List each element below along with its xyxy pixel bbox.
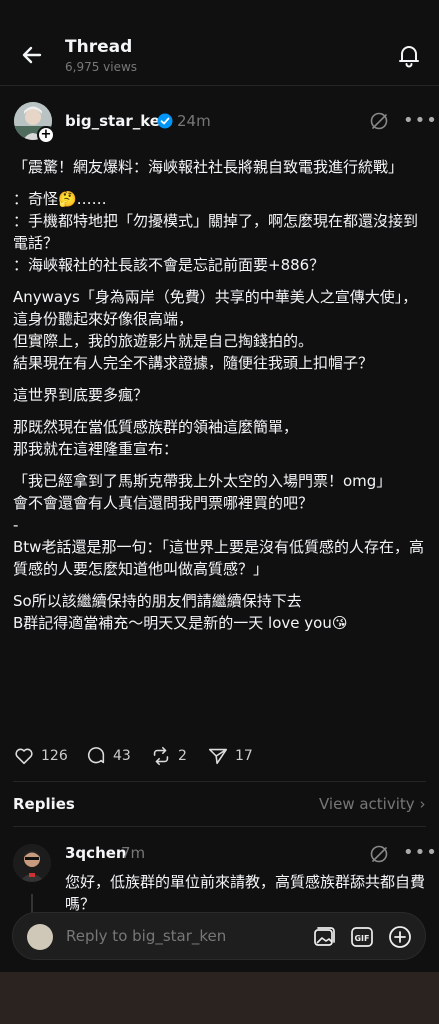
like-button[interactable]: 126: [13, 744, 68, 768]
like-count: 126: [41, 748, 68, 764]
post-paragraph: 「我已經拿到了馬斯克帶我上外太空的入場門票！omg」 會不會還會有人真信還問我門…: [13, 472, 424, 578]
add-icon[interactable]: [387, 924, 413, 950]
replies-heading: Replies: [13, 795, 75, 813]
back-arrow-icon[interactable]: [18, 40, 48, 70]
view-activity-label: View activity: [319, 795, 415, 813]
post-paragraph: 這世界到底要多瘋？: [13, 386, 149, 404]
post-actions: 126 43 2 17: [13, 744, 313, 768]
share-button[interactable]: 17: [207, 744, 253, 768]
heart-icon: [15, 748, 33, 765]
reply-username[interactable]: 3qchen: [65, 844, 127, 862]
post-body: 「震驚！網友爆料：海峽報社社長將親自致電我進行統戰」 ：奇怪🤔…… ：手機都特地…: [13, 156, 425, 644]
reply-text: 您好，低族群的單位前來請教，高質感族群舔共都自費嗎？: [65, 873, 426, 913]
repost-button[interactable]: 2: [150, 744, 187, 768]
reply-time: 7m: [121, 844, 146, 862]
gif-icon[interactable]: GIF: [349, 924, 375, 950]
bottom-bar: [0, 972, 439, 1024]
user-avatar: [27, 924, 53, 950]
top-bar: Thread 6,975 views: [0, 0, 439, 86]
image-gallery-icon[interactable]: [311, 924, 337, 950]
verified-badge-icon: [157, 113, 173, 129]
post-paragraph: So所以該繼續保持的朋友們請繼續保持下去 B群記得適當補充～明天又是新的一天 l…: [13, 592, 348, 632]
svg-text:GIF: GIF: [354, 934, 369, 943]
send-icon: [208, 748, 228, 765]
page-title: Thread: [65, 37, 133, 57]
repost-icon: [153, 746, 169, 766]
reply-composer[interactable]: Reply to big_star_ken GIF: [12, 912, 426, 960]
chevron-right-icon: ›: [419, 795, 426, 813]
post-paragraph: ：奇怪🤔…… ：手機都特地把「勿擾模式」關掉了，啊怎麼現在都還沒接到電話？ ：海…: [13, 190, 419, 274]
bell-icon[interactable]: [394, 40, 424, 70]
post-paragraph: Anyways「身為兩岸（免費）共享的中華美人之宣傳大使」， 這身份聽起來好像很…: [13, 288, 418, 372]
divider: [13, 826, 426, 827]
comment-count: 43: [113, 748, 131, 764]
post-paragraph: 那既然現在當低質感族群的領袖這麼簡單， 那我就在這裡隆重宣布：: [13, 418, 299, 458]
repost-count: 2: [178, 748, 187, 764]
reply-avatar[interactable]: [13, 844, 51, 882]
follow-plus-icon[interactable]: +: [37, 126, 55, 144]
post-time: 24m: [177, 112, 211, 130]
quiet-mode-icon[interactable]: [369, 111, 389, 131]
more-options-icon[interactable]: •••: [403, 842, 438, 863]
quiet-mode-icon[interactable]: [369, 844, 389, 864]
reply-input-placeholder[interactable]: Reply to big_star_ken: [66, 927, 226, 945]
comment-button[interactable]: 43: [85, 744, 131, 768]
thread-line: [31, 894, 33, 914]
post-username[interactable]: big_star_ken: [65, 112, 171, 130]
share-count: 17: [235, 748, 253, 764]
divider: [13, 781, 426, 782]
post-paragraph: 「震驚！網友爆料：海峽報社社長將親自致電我進行統戰」: [13, 158, 404, 176]
more-options-icon[interactable]: •••: [403, 110, 438, 131]
comment-icon: [87, 747, 105, 764]
view-activity-link[interactable]: View activity ›: [319, 795, 425, 813]
view-count: 6,975 views: [65, 60, 138, 74]
